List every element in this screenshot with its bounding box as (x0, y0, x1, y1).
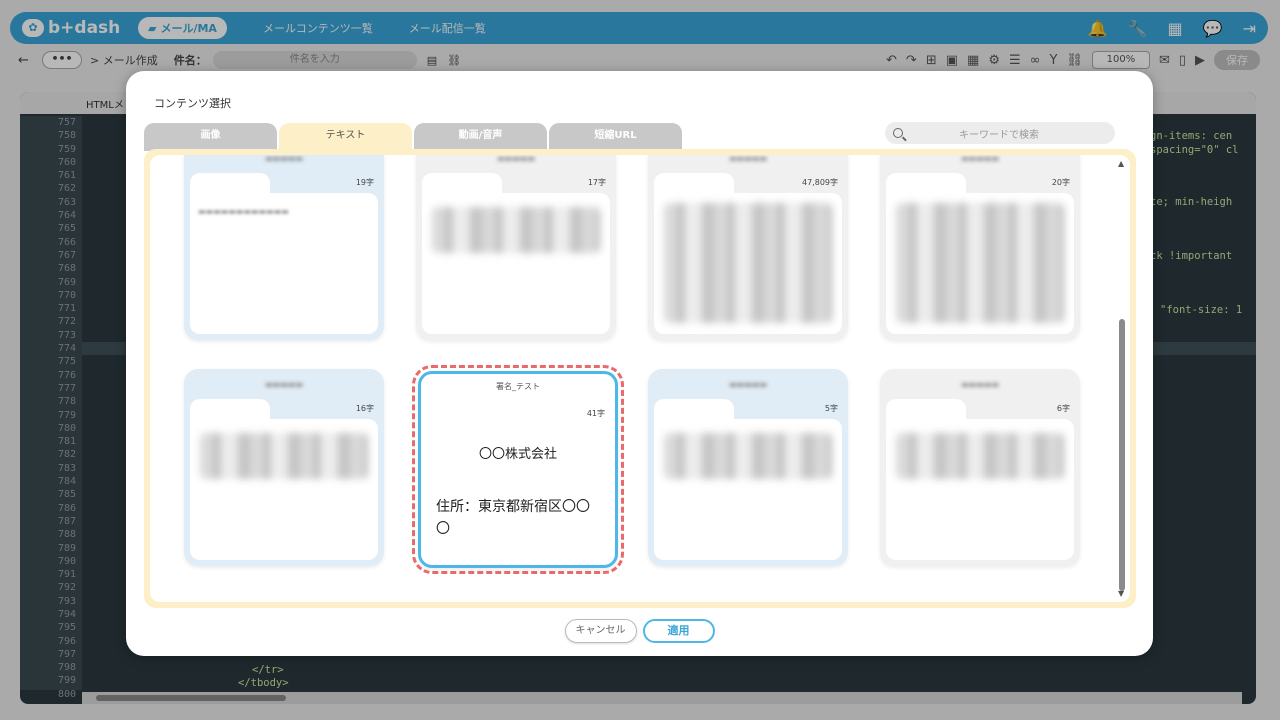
card-preview-blurred (664, 433, 832, 479)
card-char-count: 41字 (586, 409, 605, 418)
card-name-blurred: ▬▬▬▬▬ (961, 155, 999, 163)
card-char-count: 17字 (587, 178, 606, 187)
tab-short-url[interactable]: 短縮URL (549, 123, 682, 151)
apply-button[interactable]: 適用 (642, 619, 715, 643)
card-preview-blurred (896, 203, 1064, 323)
card-preview-blurred (432, 207, 600, 253)
card-preview: ▬▬▬▬▬▬▬▬▬▬▬▬ (190, 193, 378, 334)
card-char-count: 6字 (1056, 404, 1070, 413)
search-placeholder: キーワードで検索 (959, 129, 1039, 141)
card-preview (654, 193, 842, 334)
card-char-count: 5字 (824, 404, 838, 413)
content-card[interactable]: ▬▬▬▬▬ 6字 (880, 369, 1080, 566)
tab-text[interactable]: テキスト (279, 123, 412, 151)
card-preview-blurred (200, 433, 368, 479)
card-char-count: 47,809字 (802, 178, 838, 187)
card-preview (654, 419, 842, 560)
search-icon (893, 128, 903, 138)
card-preview (190, 419, 378, 560)
signature-address: 住所：東京都新宿区〇〇〇 (436, 499, 590, 537)
signature-company: 〇〇株式会社 (478, 447, 557, 462)
card-name: 署名_テスト (496, 382, 540, 391)
content-card[interactable]: ▬▬▬▬▬ 19字 ▬▬▬▬▬▬▬▬▬▬▬▬ (184, 155, 384, 340)
tab-video-audio[interactable]: 動画/音声 (414, 123, 547, 151)
content-card[interactable]: ▬▬▬▬▬ 16字 (184, 369, 384, 566)
card-char-count: 16字 (355, 404, 374, 413)
vertical-scrollbar[interactable]: ▲ ▼ (1116, 159, 1128, 598)
scroll-up-icon[interactable]: ▲ (1118, 159, 1124, 168)
content-type-tabs: 画像 テキスト 動画/音声 短縮URL (144, 123, 682, 151)
card-name-blurred: ▬▬▬▬▬ (729, 380, 767, 389)
card-preview-blurred (664, 203, 832, 323)
tab-image[interactable]: 画像 (144, 123, 277, 151)
modal-title: コンテンツ選択 (154, 97, 231, 110)
card-preview (886, 419, 1074, 560)
card-preview (422, 193, 610, 334)
cancel-button[interactable]: キャンセル (564, 619, 637, 643)
keyword-search-input[interactable]: キーワードで検索 (885, 122, 1115, 144)
content-panel: ▬▬▬▬▬ 19字 ▬▬▬▬▬▬▬▬▬▬▬▬ ▬▬▬▬▬ 17字 ▬▬▬▬▬ 4… (144, 149, 1136, 608)
content-card[interactable]: ▬▬▬▬▬ 20字 (880, 155, 1080, 340)
card-preview: 〇〇株式会社 住所：東京都新宿区〇〇〇 (424, 421, 612, 562)
content-card[interactable]: ▬▬▬▬▬ 17字 (416, 155, 616, 340)
card-name-blurred: ▬▬▬▬▬ (497, 155, 535, 163)
content-card[interactable]: ▬▬▬▬▬ 5字 (648, 369, 848, 566)
card-char-count: 20字 (1051, 178, 1070, 187)
card-name-blurred: ▬▬▬▬▬ (961, 380, 999, 389)
card-preview (886, 193, 1074, 334)
card-preview-blurred: ▬▬▬▬▬▬▬▬▬▬▬▬ (198, 207, 289, 216)
scroll-down-icon[interactable]: ▼ (1118, 589, 1124, 598)
content-grid: ▬▬▬▬▬ 19字 ▬▬▬▬▬▬▬▬▬▬▬▬ ▬▬▬▬▬ 17字 ▬▬▬▬▬ 4… (150, 155, 1130, 602)
card-name-blurred: ▬▬▬▬▬ (729, 155, 767, 163)
content-card-selected[interactable]: 署名_テスト 41字 〇〇株式会社 住所：東京都新宿区〇〇〇 (412, 365, 624, 574)
card-name-blurred: ▬▬▬▬▬ (265, 155, 303, 163)
content-select-modal: コンテンツ選択 画像 テキスト 動画/音声 短縮URL キーワードで検索 ▬▬▬… (126, 71, 1153, 656)
modal-footer: キャンセル 適用 (126, 619, 1153, 643)
card-char-count: 19字 (355, 178, 374, 187)
card-preview-blurred (896, 433, 1064, 479)
card-name-blurred: ▬▬▬▬▬ (265, 380, 303, 389)
content-card[interactable]: ▬▬▬▬▬ 47,809字 (648, 155, 848, 340)
vertical-scroll-thumb[interactable] (1119, 319, 1125, 591)
